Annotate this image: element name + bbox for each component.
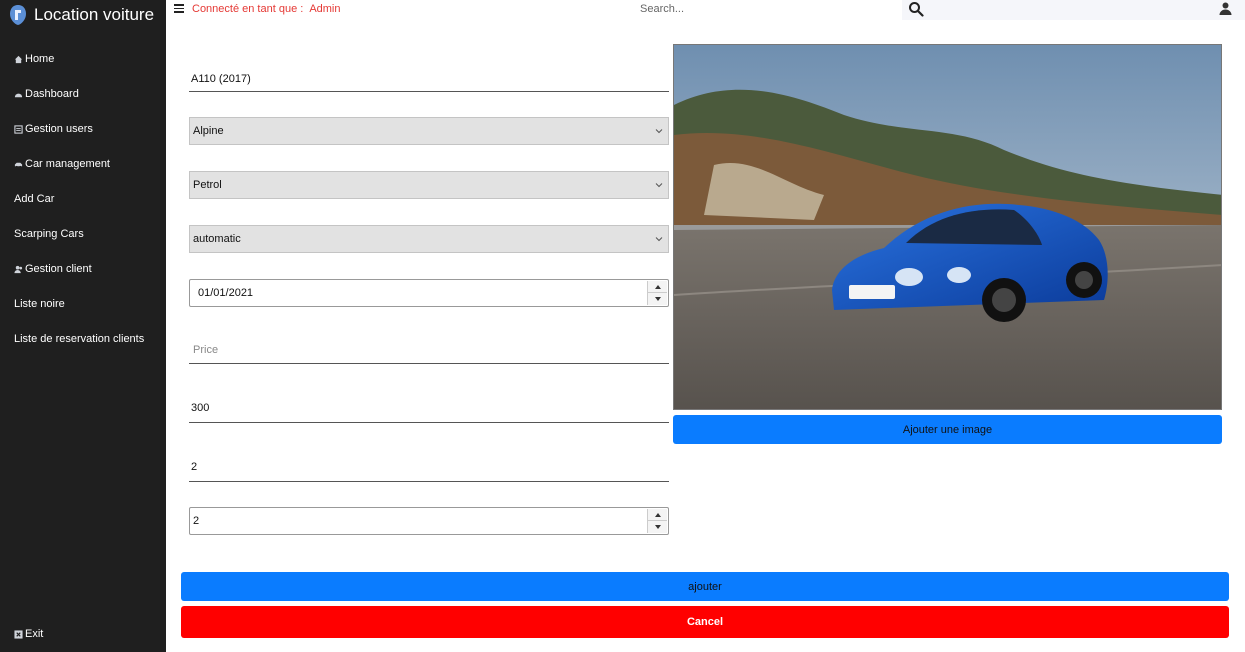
sidebar-item-label: Scarping Cars: [14, 228, 84, 240]
number-value: 2: [193, 515, 200, 527]
spin-down-button[interactable]: [648, 293, 667, 305]
caret-up-icon: [654, 284, 661, 289]
number-spinner: [647, 509, 667, 533]
home-icon: [14, 55, 23, 63]
fuel-select[interactable]: Petrol: [189, 171, 669, 199]
caret-up-icon: [654, 512, 661, 517]
spin-up-button[interactable]: [648, 509, 667, 521]
users-icon: [14, 265, 23, 273]
logo-icon: [10, 5, 26, 25]
topbar-right-area: [902, 0, 1245, 20]
model-input[interactable]: [189, 66, 669, 92]
connected-label: Connecté en tant que :: [192, 3, 304, 15]
search-icon[interactable]: [908, 1, 924, 17]
sidebar-item-scarping-cars[interactable]: Scarping Cars: [14, 228, 84, 240]
value-input-2[interactable]: [189, 453, 669, 482]
value-input-1[interactable]: [189, 394, 669, 423]
sidebar-item-liste-noire[interactable]: Liste noire: [14, 298, 65, 310]
cancel-button[interactable]: Cancel: [181, 606, 1229, 638]
caret-down-icon: [654, 525, 661, 529]
menu-icon[interactable]: [174, 2, 185, 14]
spin-up-button[interactable]: [648, 281, 667, 293]
list-icon: [14, 124, 23, 134]
sidebar-item-label: Dashboard: [25, 88, 79, 100]
brand-select[interactable]: Alpine: [189, 117, 669, 145]
sidebar-item-label: Liste noire: [14, 298, 65, 310]
brand[interactable]: Location voiture: [8, 4, 154, 26]
sidebar-item-add-car[interactable]: Add Car: [14, 193, 54, 205]
car-photo: [673, 44, 1222, 410]
date-value: 01/01/2021: [198, 287, 254, 299]
search-input[interactable]: [632, 0, 902, 18]
add-image-button[interactable]: Ajouter une image: [673, 415, 1222, 444]
exit-label: Exit: [25, 628, 44, 640]
sidebar-item-home[interactable]: Home: [14, 53, 54, 65]
chevron-down-icon: [655, 237, 663, 242]
sidebar-item-gestion-users[interactable]: Gestion users: [14, 123, 93, 135]
transmission-select[interactable]: automatic: [189, 225, 669, 253]
connected-status: Connecté en tant que : Admin: [192, 3, 341, 15]
car-image: [674, 45, 1221, 409]
spin-down-button[interactable]: [648, 521, 667, 533]
exit-icon: [14, 629, 23, 639]
topbar: Connecté en tant que : Admin: [166, 0, 1245, 20]
date-spinner: [647, 281, 667, 305]
exit-link[interactable]: Exit: [14, 628, 43, 640]
sidebar-item-car-management[interactable]: Car management: [14, 158, 110, 170]
sidebar-item-label: Car management: [25, 158, 110, 170]
sidebar-item-label: Add Car: [14, 193, 55, 205]
number-field[interactable]: 2: [189, 507, 669, 535]
sidebar-item-reservations[interactable]: Liste de reservation clients: [14, 333, 144, 345]
caret-down-icon: [654, 297, 661, 301]
date-field[interactable]: 01/01/2021: [189, 279, 669, 307]
app-title: Location voiture: [34, 5, 155, 24]
sidebar-item-label: Gestion users: [25, 123, 93, 135]
user-icon[interactable]: [1219, 2, 1232, 15]
sidebar-item-label: Gestion client: [25, 263, 92, 275]
connected-user: Admin: [309, 3, 341, 15]
fuel-select-value: Petrol: [193, 179, 222, 191]
price-input[interactable]: [189, 337, 669, 364]
sidebar-item-label: Home: [25, 53, 55, 65]
dashboard-icon: [14, 93, 23, 97]
chevron-down-icon: [655, 129, 663, 134]
sidebar-item-gestion-client[interactable]: Gestion client: [14, 263, 92, 275]
car-icon: [14, 162, 23, 168]
submit-button[interactable]: ajouter: [181, 572, 1229, 601]
app-root: Location voiture Home Dashboard Gestion …: [0, 0, 1245, 652]
chevron-down-icon: [655, 183, 663, 188]
sidebar: Location voiture Home Dashboard Gestion …: [0, 0, 166, 652]
sidebar-item-label: Liste de reservation clients: [14, 333, 145, 345]
sidebar-item-dashboard[interactable]: Dashboard: [14, 88, 79, 100]
transmission-select-value: automatic: [193, 233, 241, 245]
brand-select-value: Alpine: [193, 125, 224, 137]
